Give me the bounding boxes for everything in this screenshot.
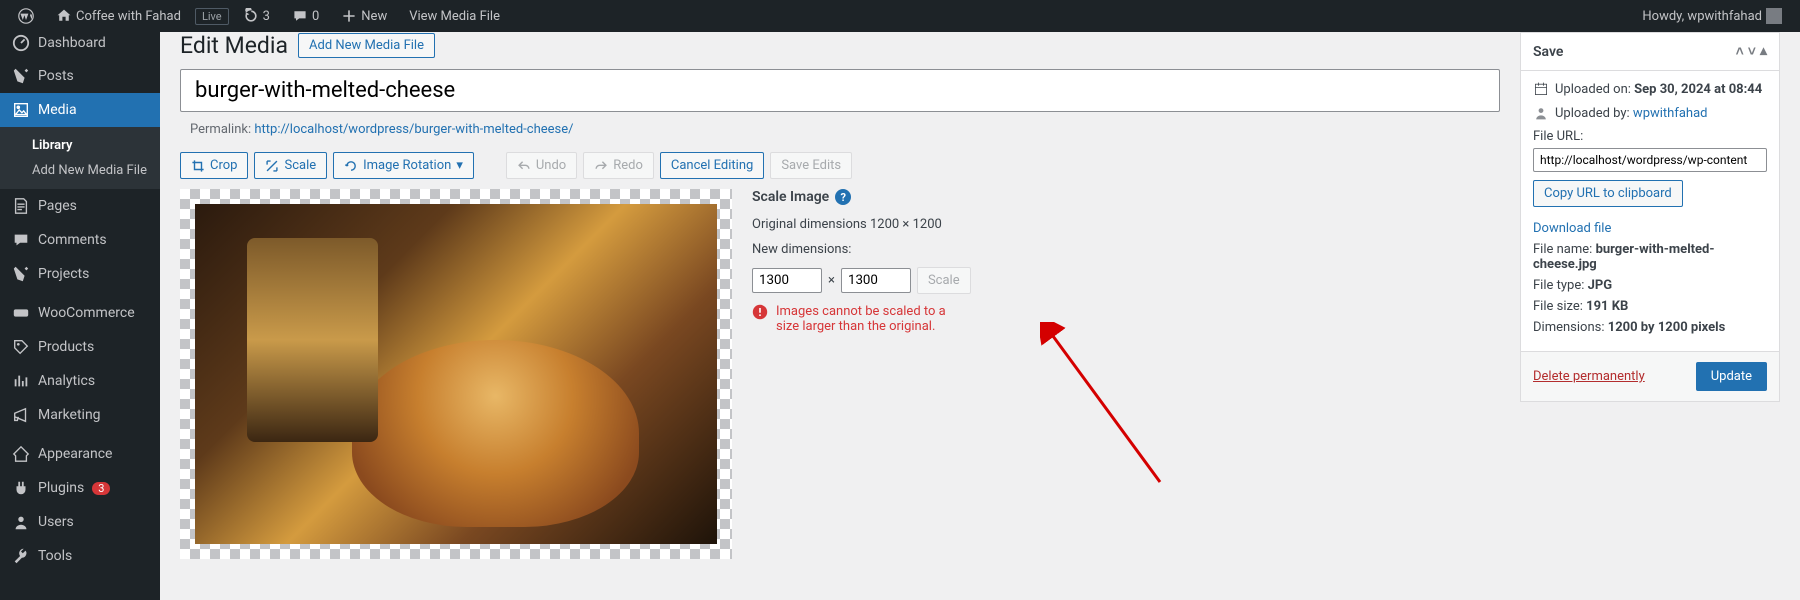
sidebar-item-label: Posts: [38, 68, 74, 84]
media-image: [195, 204, 717, 544]
sidebar-item-label: Plugins: [38, 480, 84, 496]
sidebar-item-tools[interactable]: Tools: [0, 539, 160, 573]
crop-button[interactable]: Crop: [180, 152, 248, 179]
view-media-link[interactable]: View Media File: [401, 9, 508, 24]
sidebar-item-label: Projects: [38, 266, 89, 282]
help-icon[interactable]: ?: [835, 189, 851, 205]
sidebar-item-analytics[interactable]: Analytics: [0, 364, 160, 398]
scale-apply-button: Scale: [917, 267, 971, 294]
sidebar-item-label: Media: [38, 102, 77, 118]
sidebar-item-appearance[interactable]: Appearance: [0, 437, 160, 471]
chevron-down-icon[interactable]: ˅: [1748, 43, 1756, 60]
media-title-input[interactable]: [180, 69, 1500, 112]
avatar-icon: [1766, 8, 1782, 24]
update-button[interactable]: Update: [1696, 362, 1767, 391]
download-file-link[interactable]: Download file: [1533, 221, 1611, 236]
add-new-media-button[interactable]: Add New Media File: [298, 33, 435, 58]
sidebar-item-projects[interactable]: Projects: [0, 257, 160, 291]
revisions-link[interactable]: 3: [235, 8, 278, 24]
redo-button: Redo: [583, 152, 654, 179]
file-url-input[interactable]: [1533, 148, 1767, 172]
sidebar-item-users[interactable]: Users: [0, 505, 160, 539]
file-url-label: File URL:: [1533, 129, 1767, 144]
scale-button[interactable]: Scale: [254, 152, 327, 179]
collapse-toggle-icon[interactable]: ▴: [1760, 43, 1767, 60]
chevron-down-icon: ▾: [456, 158, 463, 173]
sidebar-item-label: WooCommerce: [38, 305, 135, 321]
sidebar-item-pages[interactable]: Pages: [0, 189, 160, 223]
sidebar-item-marketing[interactable]: Marketing: [0, 398, 160, 432]
sidebar-item-woocommerce[interactable]: WooCommerce: [0, 296, 160, 330]
cancel-editing-button[interactable]: Cancel Editing: [660, 152, 764, 179]
copy-url-button[interactable]: Copy URL to clipboard: [1533, 180, 1683, 207]
sidebar-item-posts[interactable]: Posts: [0, 59, 160, 93]
original-dimensions: Original dimensions 1200 × 1200: [752, 217, 972, 232]
sidebar-item-label: Products: [38, 339, 94, 355]
page-heading: Edit Media: [180, 32, 288, 59]
user-icon: [1533, 105, 1549, 121]
submenu-library[interactable]: Library: [0, 133, 160, 158]
undo-button: Undo: [506, 152, 577, 179]
dimension-separator: ×: [828, 273, 835, 288]
image-canvas[interactable]: [180, 189, 732, 559]
save-metabox: Save ˄ ˅ ▴ Uploaded on: Sep 30, 2024 at …: [1520, 32, 1780, 402]
sidebar-item-dashboard[interactable]: Dashboard: [0, 32, 160, 54]
scale-heading: Scale Image: [752, 189, 829, 205]
submenu-add-new[interactable]: Add New Media File: [0, 158, 160, 183]
error-icon: [752, 304, 768, 320]
sidebar-item-label: Tools: [38, 548, 72, 564]
author-link[interactable]: wpwithfahad: [1633, 106, 1708, 121]
calendar-icon: [1533, 81, 1549, 97]
plugin-count-badge: 3: [92, 482, 110, 495]
sidebar-item-products[interactable]: Products: [0, 330, 160, 364]
permalink-row: Permalink: http://localhost/wordpress/bu…: [180, 117, 1500, 142]
sidebar-item-label: Comments: [38, 232, 107, 248]
image-rotation-button[interactable]: Image Rotation ▾: [333, 152, 474, 179]
sidebar-item-label: Appearance: [38, 446, 112, 462]
chevron-up-icon[interactable]: ˄: [1736, 43, 1744, 60]
sidebar-item-comments[interactable]: Comments: [0, 223, 160, 257]
admin-sidebar: Dashboard Posts Media Library Add New Me…: [0, 32, 160, 600]
live-badge: Live: [195, 8, 229, 25]
save-edits-button: Save Edits: [770, 152, 852, 179]
scale-width-input[interactable]: [752, 268, 822, 293]
delete-permanently-link[interactable]: Delete permanently: [1533, 369, 1645, 384]
site-link[interactable]: Coffee with Fahad: [48, 8, 189, 24]
sidebar-item-label: Marketing: [38, 407, 101, 423]
sidebar-item-label: Pages: [38, 198, 77, 214]
main-content: Edit Media Add New Media File Permalink:…: [160, 32, 1800, 600]
comments-link[interactable]: 0: [284, 8, 327, 24]
new-link[interactable]: New: [333, 8, 395, 24]
admin-bar: Coffee with Fahad Live 3 0 New View Medi…: [0, 0, 1800, 32]
sidebar-item-label: Users: [38, 514, 74, 530]
new-dimensions-label: New dimensions:: [752, 242, 972, 257]
image-edit-toolbar: Crop Scale Image Rotation ▾ Undo Redo Ca…: [180, 152, 1500, 179]
scale-image-panel: Scale Image? Original dimensions 1200 × …: [752, 189, 972, 334]
wp-logo-icon[interactable]: [10, 8, 42, 24]
scale-error: Images cannot be scaled to a size larger…: [752, 304, 972, 334]
permalink-link[interactable]: http://localhost/wordpress/burger-with-m…: [254, 122, 573, 137]
sidebar-item-plugins[interactable]: Plugins 3: [0, 471, 160, 505]
user-greeting[interactable]: Howdy, wpwithfahad: [1634, 8, 1790, 24]
sidebar-item-label: Dashboard: [38, 35, 106, 51]
media-submenu: Library Add New Media File: [0, 127, 160, 189]
sidebar-item-label: Analytics: [38, 373, 95, 389]
scale-height-input[interactable]: [841, 268, 911, 293]
metabox-title: Save: [1533, 44, 1563, 60]
sidebar-item-media[interactable]: Media: [0, 93, 160, 127]
